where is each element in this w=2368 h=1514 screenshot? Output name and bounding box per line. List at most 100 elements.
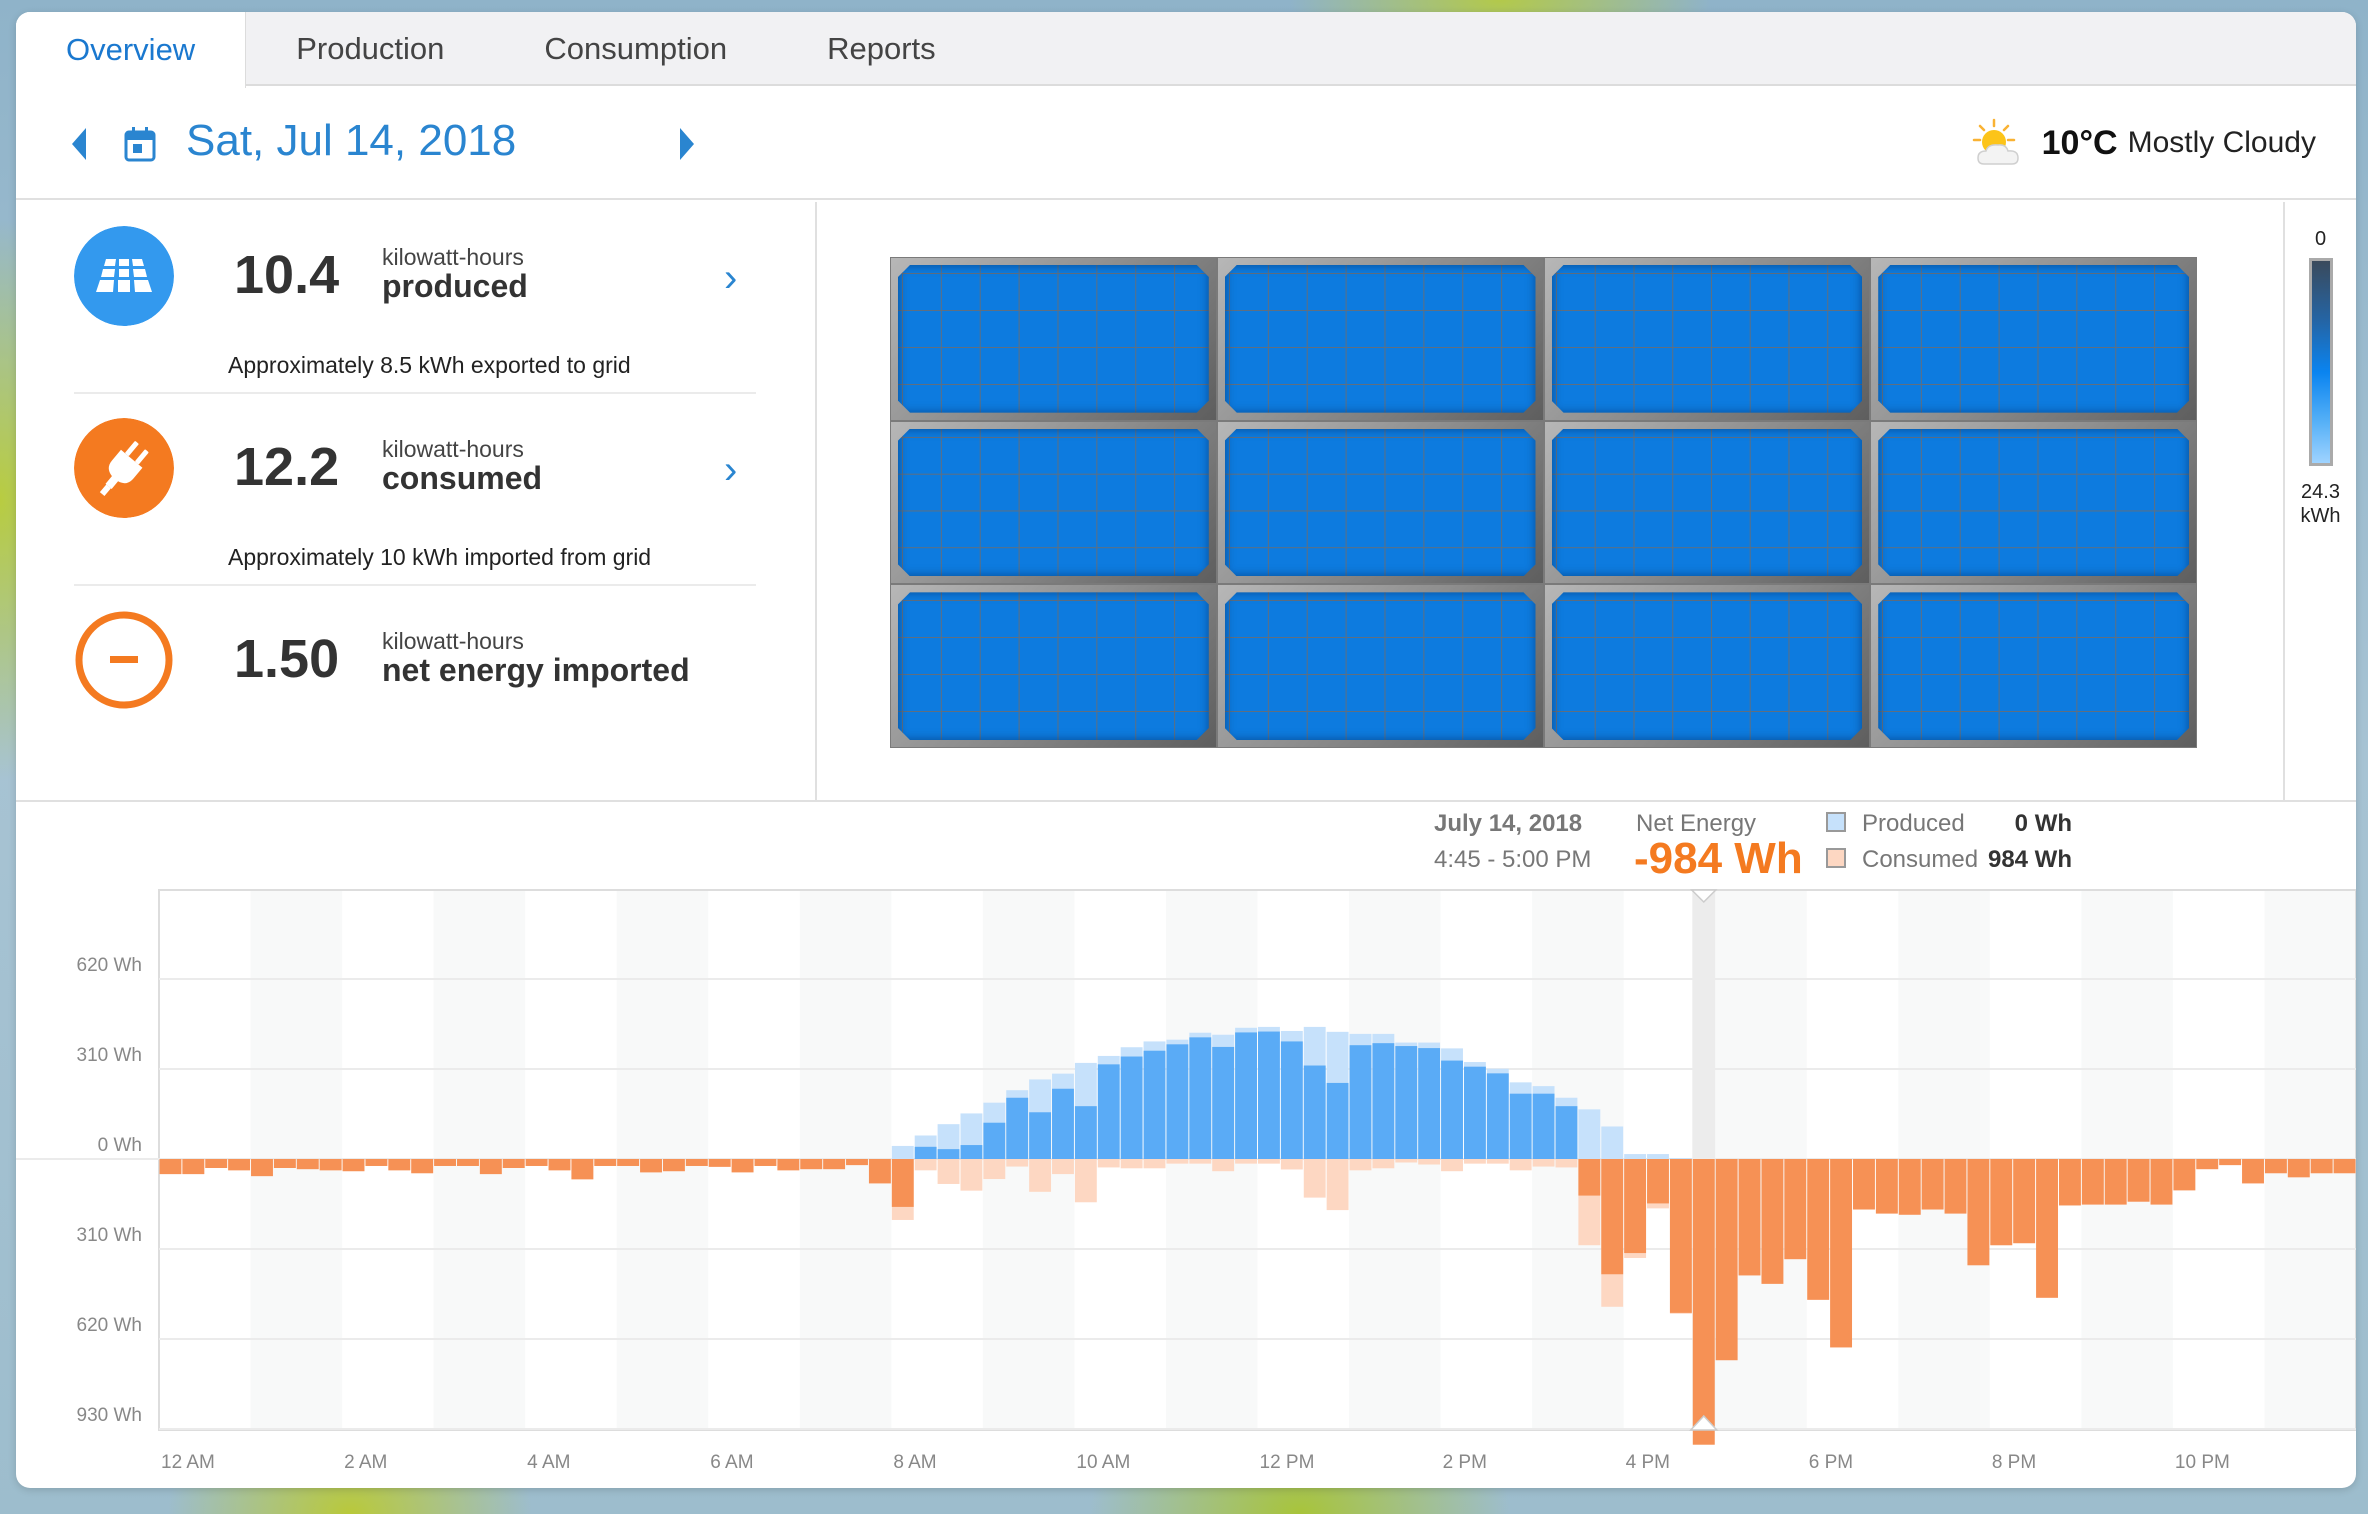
net-produced-bar[interactable] — [1441, 1060, 1463, 1159]
net-produced-bar[interactable] — [1235, 1032, 1257, 1159]
net-consumed-bar[interactable] — [502, 1159, 525, 1168]
consumed-bar[interactable] — [960, 1159, 983, 1191]
net-consumed-bar[interactable] — [251, 1159, 273, 1177]
net-consumed-bar[interactable] — [1578, 1159, 1601, 1196]
consumed-bar[interactable] — [1532, 1159, 1555, 1167]
net-produced-bar[interactable] — [1029, 1112, 1052, 1159]
consumed-bar[interactable] — [1555, 1159, 1578, 1168]
net-consumed-bar[interactable] — [434, 1159, 457, 1166]
consumed-bar[interactable] — [1097, 1159, 1120, 1168]
produced-bar[interactable] — [1601, 1126, 1624, 1159]
net-consumed-bar[interactable] — [1669, 1159, 1692, 1313]
net-consumed-bar[interactable] — [525, 1159, 548, 1166]
net-consumed-bar[interactable] — [1624, 1159, 1647, 1254]
net-consumed-bar[interactable] — [228, 1159, 251, 1171]
net-consumed-bar[interactable] — [1990, 1159, 2013, 1246]
net-consumed-bar[interactable] — [1853, 1159, 1875, 1210]
net-consumed-bar[interactable] — [457, 1159, 479, 1166]
consumed-bar[interactable] — [1486, 1159, 1509, 1164]
net-consumed-bar[interactable] — [182, 1159, 205, 1175]
consumed-bar[interactable] — [1418, 1159, 1441, 1165]
net-produced-bar[interactable] — [1326, 1082, 1349, 1159]
net-consumed-bar[interactable] — [1830, 1159, 1853, 1348]
consumed-bar[interactable] — [1052, 1159, 1074, 1175]
net-produced-bar[interactable] — [914, 1146, 937, 1159]
consumed-bar[interactable] — [983, 1159, 1006, 1180]
net-consumed-bar[interactable] — [2036, 1159, 2058, 1298]
net-consumed-bar[interactable] — [1761, 1159, 1784, 1284]
net-consumed-bar[interactable] — [1944, 1159, 1967, 1214]
net-consumed-bar[interactable] — [273, 1159, 296, 1168]
net-produced-bar[interactable] — [937, 1149, 960, 1159]
net-produced-bar[interactable] — [1006, 1097, 1029, 1159]
net-produced-bar[interactable] — [1395, 1046, 1418, 1159]
net-consumed-bar[interactable] — [1692, 1159, 1715, 1445]
consumed-bar[interactable] — [1303, 1159, 1326, 1198]
net-consumed-bar[interactable] — [1647, 1159, 1669, 1204]
net-produced-bar[interactable] — [1555, 1106, 1578, 1159]
net-produced-bar[interactable] — [1074, 1106, 1097, 1159]
net-consumed-bar[interactable] — [2310, 1159, 2333, 1174]
net-produced-bar[interactable] — [1052, 1088, 1074, 1159]
net-consumed-bar[interactable] — [2242, 1159, 2264, 1184]
net-consumed-bar[interactable] — [891, 1159, 914, 1207]
net-consumed-bar[interactable] — [1807, 1159, 1830, 1300]
net-produced-bar[interactable] — [983, 1122, 1006, 1159]
net-consumed-bar[interactable] — [159, 1159, 182, 1175]
consumed-bar[interactable] — [1029, 1159, 1052, 1192]
net-consumed-bar[interactable] — [205, 1159, 228, 1168]
net-consumed-bar[interactable] — [662, 1159, 685, 1172]
net-produced-bar[interactable] — [1349, 1045, 1372, 1159]
consumed-bar[interactable] — [1212, 1159, 1235, 1172]
produced-bar[interactable] — [891, 1145, 914, 1159]
net-produced-bar[interactable] — [1463, 1066, 1486, 1159]
net-produced-bar[interactable] — [1189, 1037, 1212, 1159]
consumed-bar[interactable] — [914, 1159, 937, 1171]
net-produced-bar[interactable] — [1280, 1041, 1303, 1159]
consumed-bar[interactable] — [1235, 1159, 1257, 1164]
net-produced-bar[interactable] — [1372, 1043, 1395, 1159]
net-consumed-bar[interactable] — [2196, 1159, 2219, 1170]
net-produced-bar[interactable] — [1418, 1048, 1441, 1159]
net-consumed-bar[interactable] — [2081, 1159, 2104, 1205]
net-consumed-bar[interactable] — [1967, 1159, 1990, 1266]
produced-bar[interactable] — [1647, 1154, 1669, 1159]
net-consumed-bar[interactable] — [2150, 1159, 2173, 1205]
net-consumed-bar[interactable] — [1601, 1159, 1624, 1275]
net-produced-bar[interactable] — [1120, 1056, 1143, 1159]
net-consumed-bar[interactable] — [388, 1159, 411, 1171]
net-consumed-bar[interactable] — [2058, 1159, 2081, 1206]
net-consumed-bar[interactable] — [2287, 1159, 2310, 1178]
consumed-bar[interactable] — [937, 1159, 960, 1184]
net-produced-bar[interactable] — [1097, 1064, 1120, 1159]
net-consumed-bar[interactable] — [1738, 1159, 1761, 1276]
consumed-bar[interactable] — [1258, 1159, 1280, 1164]
net-consumed-bar[interactable] — [1875, 1159, 1898, 1214]
consumed-bar[interactable] — [1372, 1159, 1395, 1169]
consumed-bar[interactable] — [1074, 1159, 1097, 1203]
produced-bar[interactable] — [1624, 1154, 1647, 1159]
consumed-bar[interactable] — [1143, 1159, 1166, 1169]
net-consumed-bar[interactable] — [2173, 1159, 2196, 1191]
consumed-bar[interactable] — [1280, 1159, 1303, 1170]
net-consumed-bar[interactable] — [823, 1159, 846, 1170]
net-consumed-bar[interactable] — [548, 1159, 571, 1171]
net-consumed-bar[interactable] — [479, 1159, 502, 1175]
net-consumed-bar[interactable] — [754, 1159, 777, 1166]
net-consumed-bar[interactable] — [777, 1159, 800, 1171]
net-produced-bar[interactable] — [1143, 1050, 1166, 1159]
produced-bar[interactable] — [1669, 1158, 1692, 1159]
net-consumed-bar[interactable] — [685, 1159, 708, 1166]
consumed-bar[interactable] — [1509, 1159, 1532, 1171]
net-produced-bar[interactable] — [960, 1145, 983, 1159]
consumed-bar[interactable] — [1326, 1159, 1349, 1211]
consumed-bar[interactable] — [1463, 1159, 1486, 1164]
net-consumed-bar[interactable] — [2127, 1159, 2150, 1202]
produced-bar[interactable] — [1578, 1109, 1601, 1159]
net-consumed-bar[interactable] — [1784, 1159, 1807, 1260]
energy-chart[interactable]: 620 Wh 310 Wh 0 Wh 310 Wh 620 Wh 930 Wh 12 AM 2… — [16, 12, 2356, 1488]
net-produced-bar[interactable] — [1303, 1065, 1326, 1159]
consumed-bar[interactable] — [1006, 1159, 1029, 1167]
consumed-bar[interactable] — [1395, 1159, 1418, 1163]
net-produced-bar[interactable] — [1212, 1046, 1235, 1159]
